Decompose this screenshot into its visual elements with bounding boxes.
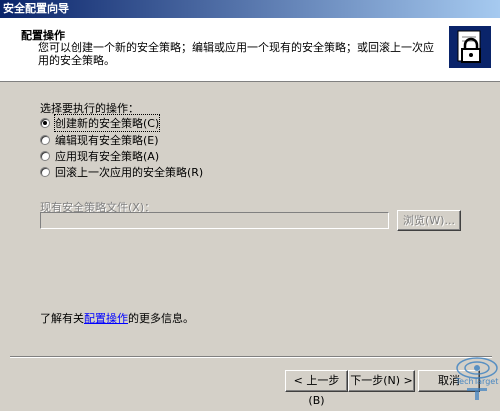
wizard-header: 配置操作 您可以创建一个新的安全策略；编辑或应用一个现有的安全策略；或回滚上一次… xyxy=(0,18,500,82)
policy-file-input[interactable] xyxy=(40,212,389,229)
option-edit-existing[interactable]: 编辑现有安全策略(E) xyxy=(40,133,159,147)
option-apply-existing-label[interactable]: 应用现有安全策略(A) xyxy=(55,148,159,164)
option-apply-existing[interactable]: 应用现有安全策略(A) xyxy=(40,149,159,163)
browse-button[interactable]: 浏览(W)... xyxy=(397,210,461,231)
option-create-new-label[interactable]: 创建新的安全策略(C) xyxy=(53,114,161,132)
techtarget-watermark-logo: TechTarget xyxy=(455,357,499,400)
option-create-new[interactable]: 创建新的安全策略(C) xyxy=(40,114,161,132)
back-button[interactable]: < 上一步(B) xyxy=(285,370,348,407)
radio-edit-existing[interactable] xyxy=(40,135,50,145)
info-prefix: 了解有关 xyxy=(40,312,84,325)
title-bar[interactable]: 安全配置向导 xyxy=(0,0,500,18)
action-prompt: 选择要执行的操作： xyxy=(40,102,139,115)
option-rollback-label[interactable]: 回滚上一次应用的安全策略(R) xyxy=(55,164,203,180)
svg-text:TechTarget: TechTarget xyxy=(455,377,499,386)
radio-apply-existing[interactable] xyxy=(40,151,50,161)
footer-divider xyxy=(10,356,492,358)
option-rollback[interactable]: 回滚上一次应用的安全策略(R) xyxy=(40,165,203,179)
option-edit-existing-label[interactable]: 编辑现有安全策略(E) xyxy=(55,132,159,148)
info-suffix: 的更多信息。 xyxy=(128,312,194,325)
page-description: 您可以创建一个新的安全策略；编辑或应用一个现有的安全策略；或回滚上一次应用的安全… xyxy=(38,41,434,67)
lock-document-icon xyxy=(449,26,491,68)
wizard-window: 安全配置向导 配置操作 您可以创建一个新的安全策略；编辑或应用一个现有的安全策略… xyxy=(0,0,500,407)
config-actions-link[interactable]: 配置操作 xyxy=(84,312,128,325)
radio-create-new[interactable] xyxy=(40,118,50,128)
info-text: 了解有关配置操作的更多信息。 xyxy=(40,310,194,326)
next-button[interactable]: 下一步(N) > xyxy=(348,370,415,392)
radio-rollback[interactable] xyxy=(40,167,50,177)
window-title: 安全配置向导 xyxy=(3,2,69,15)
